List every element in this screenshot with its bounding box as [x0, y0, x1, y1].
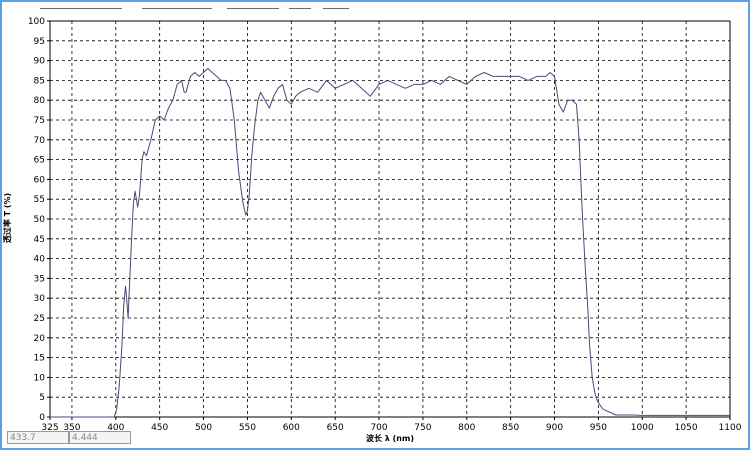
x-tick-label-500: 500: [195, 423, 212, 433]
grid: [50, 21, 730, 417]
y-tick-label-5: 5: [39, 393, 45, 403]
x-tick-label-600: 600: [283, 423, 300, 433]
y-tick-label-20: 20: [34, 334, 46, 344]
y-tick-label-45: 45: [34, 235, 45, 245]
y-tick-label-85: 85: [34, 76, 45, 86]
y-axis-label: 透过率 T (%): [2, 193, 12, 243]
x-tick-label-800: 800: [458, 423, 475, 433]
y-tick-label-25: 25: [34, 314, 45, 324]
x-tick-label-550: 550: [239, 423, 256, 433]
x-tick-label-1050: 1050: [675, 423, 698, 433]
y-tick-label-80: 80: [34, 96, 46, 106]
x-tick-label-650: 650: [327, 423, 344, 433]
series-layer: [50, 68, 730, 418]
y-tick-label-50: 50: [34, 215, 46, 225]
y-tick-label-35: 35: [34, 274, 45, 284]
transmittance-series-line: [50, 68, 730, 418]
y-tick-label-75: 75: [34, 116, 45, 126]
x-tick-label-950: 950: [590, 423, 607, 433]
y-tick-label-30: 30: [34, 294, 46, 304]
x-readout-field[interactable]: 433.7: [7, 431, 69, 444]
y-tick-label-55: 55: [34, 195, 45, 205]
y-tick-label-15: 15: [34, 354, 45, 364]
x-tick-label-750: 750: [414, 423, 431, 433]
y-tick-label-70: 70: [34, 136, 46, 146]
y-tick-label-60: 60: [34, 175, 46, 185]
y-tick-label-90: 90: [34, 57, 46, 67]
y-tick-label-0: 0: [39, 413, 45, 423]
tick-labels: 325 350 400 450 500 550 600 650 700 750 800 850 900 9…: [28, 17, 742, 433]
x-tick-label-700: 700: [370, 423, 387, 433]
x-tick-label-900: 900: [546, 423, 563, 433]
y-tick-label-95: 95: [34, 37, 45, 47]
x-tick-label-850: 850: [502, 423, 519, 433]
x-tick-label-1000: 1000: [631, 423, 654, 433]
y-tick-label-65: 65: [34, 156, 45, 166]
y-readout-field[interactable]: 4.444: [69, 431, 131, 444]
y-tick-label-40: 40: [34, 255, 46, 265]
x-tick-label-1100: 1100: [719, 423, 742, 433]
x-axis-label: 波长 λ (nm): [366, 433, 414, 443]
x-tick-label-450: 450: [151, 423, 168, 433]
y-tick-label-100: 100: [28, 17, 45, 27]
transmittance-chart: 325 350 400 450 500 550 600 650 700 750 800 850 900 9…: [2, 17, 742, 443]
y-tick-label-10: 10: [34, 373, 46, 383]
